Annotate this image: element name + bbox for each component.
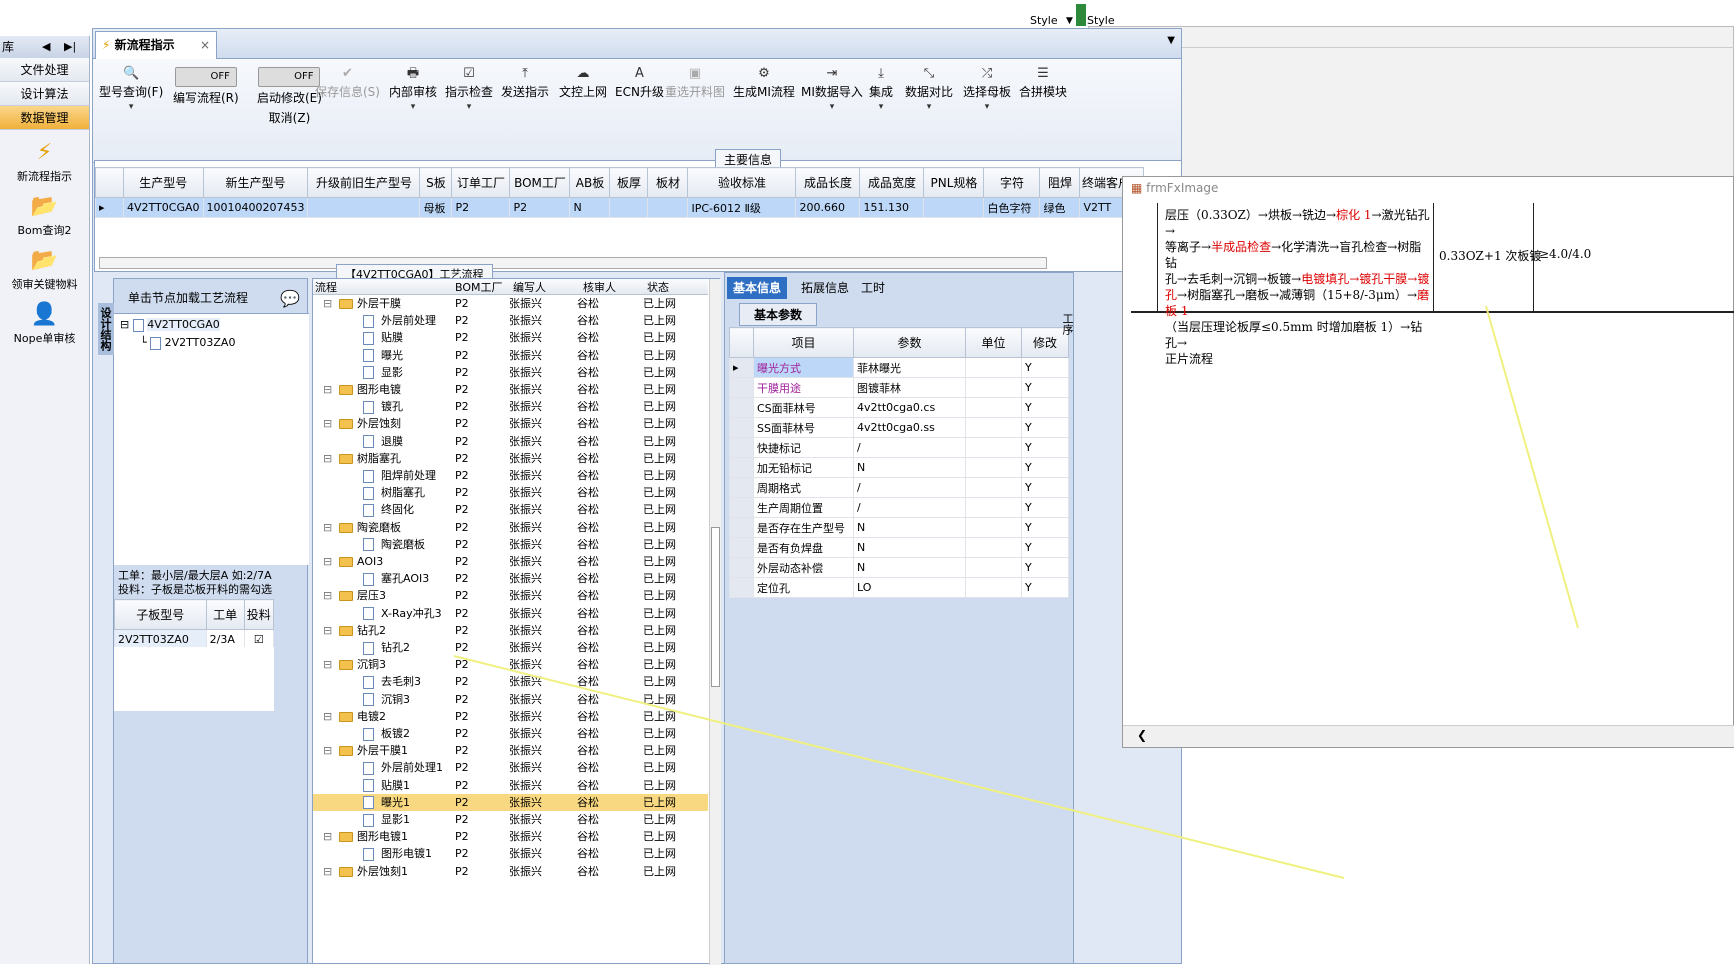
grid-icon-visible[interactable] <box>1076 4 1086 26</box>
style-label-real[interactable]: Style <box>1030 14 1058 27</box>
annotation-line-2 <box>1485 305 1579 629</box>
annotation-lines <box>453 305 1579 879</box>
annotation-line-1 <box>453 655 1345 879</box>
style-dropdown-icon[interactable]: ▼ <box>1066 16 1073 26</box>
